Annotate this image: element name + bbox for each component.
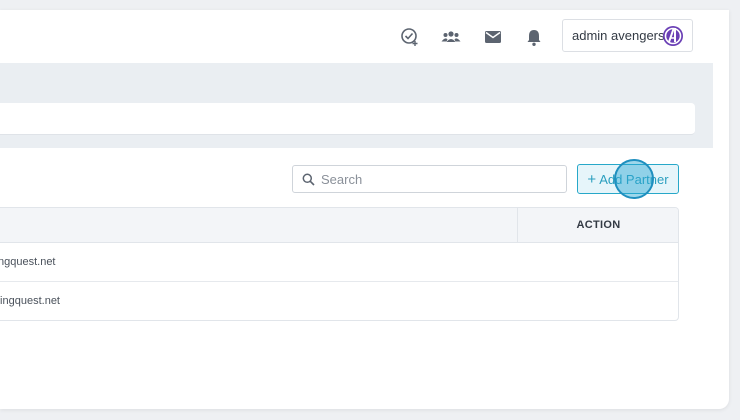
- top-navbar: admin avengers: [0, 10, 713, 63]
- breadcrumb-bar: [0, 103, 695, 135]
- column-header-action: ACTION: [517, 208, 678, 242]
- user-name: admin avengers: [572, 28, 665, 43]
- plus-icon: +: [587, 170, 597, 188]
- partners-card: + Add Partner ACTION ngquest.net tingque…: [0, 148, 713, 409]
- bell-icon[interactable]: [524, 27, 544, 47]
- task-check-icon[interactable]: [400, 27, 420, 47]
- add-partner-label: Add Partner: [599, 171, 669, 187]
- avatar: [662, 25, 684, 47]
- search-input[interactable]: [321, 171, 551, 187]
- table-cell-domain: tingquest.net: [0, 295, 60, 307]
- table-row[interactable]: tingquest.net: [0, 282, 678, 320]
- search-icon: [302, 173, 315, 186]
- add-partner-button[interactable]: + Add Partner: [577, 164, 679, 194]
- table-row[interactable]: ngquest.net: [0, 243, 678, 282]
- team-icon[interactable]: [441, 27, 461, 47]
- search-box[interactable]: [292, 165, 567, 193]
- user-menu[interactable]: admin avengers: [562, 19, 693, 52]
- mail-icon[interactable]: [483, 27, 503, 47]
- app-window: admin avengers + Add Partner ACTI: [0, 10, 729, 409]
- partners-table: ACTION ngquest.net tingquest.net: [0, 207, 679, 321]
- content-area: + Add Partner ACTION ngquest.net tingque…: [0, 63, 713, 409]
- table-cell-domain: ngquest.net: [0, 256, 56, 268]
- table-header: ACTION: [0, 208, 678, 243]
